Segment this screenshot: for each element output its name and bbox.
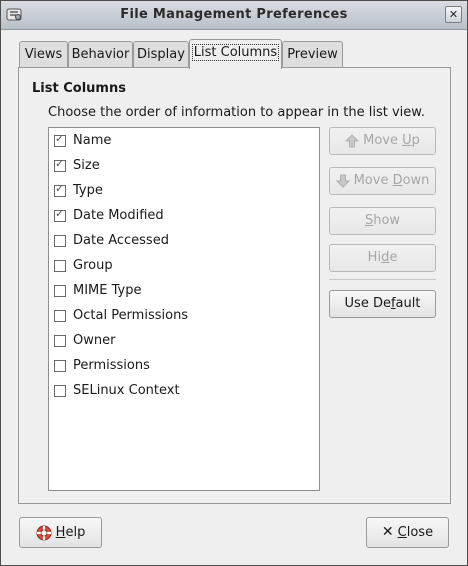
tab-list-columns-label: List Columns: [191, 44, 280, 61]
list-item[interactable]: Octal Permissions: [49, 305, 317, 327]
move-up-mnemonic: U: [402, 133, 412, 148]
show-button[interactable]: Show: [329, 207, 436, 235]
move-down-button[interactable]: Move Down: [329, 167, 436, 195]
show-label-post: how: [373, 213, 401, 228]
move-down-label-pre: Move: [353, 173, 393, 188]
list-item[interactable]: Name: [49, 130, 317, 152]
section-description: Choose the order of information to appea…: [48, 105, 425, 120]
column-label: Size: [73, 158, 100, 173]
column-label: Group: [73, 258, 113, 273]
move-up-button[interactable]: Move Up: [329, 127, 436, 155]
column-checkbox[interactable]: [54, 207, 66, 222]
window-close-icon[interactable]: ✕: [445, 6, 462, 23]
column-label: Name: [73, 133, 112, 148]
move-up-label-pre: Move: [363, 133, 403, 148]
list-item[interactable]: Group: [49, 255, 317, 277]
list-item[interactable]: Date Accessed: [49, 230, 317, 252]
list-item[interactable]: Type: [49, 180, 317, 202]
column-checkbox[interactable]: [54, 182, 66, 197]
column-label: Octal Permissions: [73, 308, 189, 323]
column-label: MIME Type: [73, 283, 142, 298]
column-label: Date Accessed: [73, 233, 169, 248]
help-mnemonic: H: [55, 525, 66, 540]
column-checkbox[interactable]: [54, 235, 66, 247]
column-label: Owner: [73, 333, 116, 348]
section-heading: List Columns: [32, 81, 126, 96]
column-checkbox[interactable]: [54, 260, 66, 272]
column-label: Permissions: [73, 358, 150, 373]
show-mnemonic: S: [364, 213, 374, 228]
column-label: SELinux Context: [73, 383, 180, 398]
arrow-up-icon: [345, 133, 360, 147]
move-down-label-post: own: [402, 173, 430, 188]
preferences-window: File Management Preferences ✕ Views Beha…: [0, 0, 468, 566]
column-checkbox[interactable]: [54, 132, 66, 147]
close-mnemonic: C: [397, 525, 407, 540]
use-default-label-post: ault: [395, 296, 421, 311]
list-item[interactable]: SELinux Context: [49, 380, 317, 402]
tab-views-label: Views: [24, 47, 63, 62]
list-item[interactable]: Size: [49, 155, 317, 177]
tab-behavior[interactable]: Behavior: [68, 41, 133, 68]
tab-views[interactable]: Views: [19, 41, 68, 68]
move-down-mnemonic: D: [392, 173, 403, 188]
tab-list-columns[interactable]: List Columns: [189, 39, 282, 69]
close-label-post: lose: [406, 525, 434, 540]
tab-preview-label: Preview: [287, 47, 338, 62]
column-checkbox[interactable]: [54, 385, 66, 397]
arrow-down-icon: [335, 174, 350, 188]
window-title: File Management Preferences: [120, 7, 348, 22]
button-separator: [329, 279, 436, 280]
column-label: Date Modified: [73, 208, 164, 223]
close-button[interactable]: ✕ Close: [366, 517, 449, 548]
hide-button[interactable]: Hide: [329, 244, 436, 272]
column-checkbox[interactable]: [54, 285, 66, 297]
title-bar[interactable]: File Management Preferences ✕: [1, 1, 467, 30]
list-item[interactable]: Owner: [49, 330, 317, 352]
column-checkbox[interactable]: [54, 157, 66, 172]
list-columns-panel: List Columns Choose the order of informa…: [18, 67, 451, 504]
tab-display-label: Display: [137, 47, 185, 62]
list-item[interactable]: MIME Type: [49, 280, 317, 302]
column-checkbox[interactable]: [54, 310, 66, 322]
use-default-label-pre: Use De: [344, 296, 391, 311]
move-up-label-post: p: [411, 133, 420, 148]
columns-list[interactable]: Name Size Type Date Modified Date Accessed Gr…: [48, 127, 320, 491]
column-label: Type: [73, 183, 103, 198]
list-item[interactable]: Date Modified: [49, 205, 317, 227]
hide-label-post: e: [389, 250, 398, 265]
column-checkbox[interactable]: [54, 360, 66, 372]
tab-behavior-label: Behavior: [71, 47, 130, 62]
column-checkbox[interactable]: [54, 335, 66, 347]
close-icon: ✕: [381, 524, 394, 540]
tab-preview[interactable]: Preview: [282, 41, 343, 68]
tab-display[interactable]: Display: [133, 41, 189, 68]
use-default-button[interactable]: Use Default: [329, 290, 436, 318]
lifebuoy-help-icon: [36, 525, 52, 540]
help-label-post: elp: [65, 525, 86, 540]
help-button[interactable]: Help: [19, 517, 102, 548]
list-item[interactable]: Permissions: [49, 355, 317, 377]
hide-label-pre: Hi: [367, 250, 382, 265]
